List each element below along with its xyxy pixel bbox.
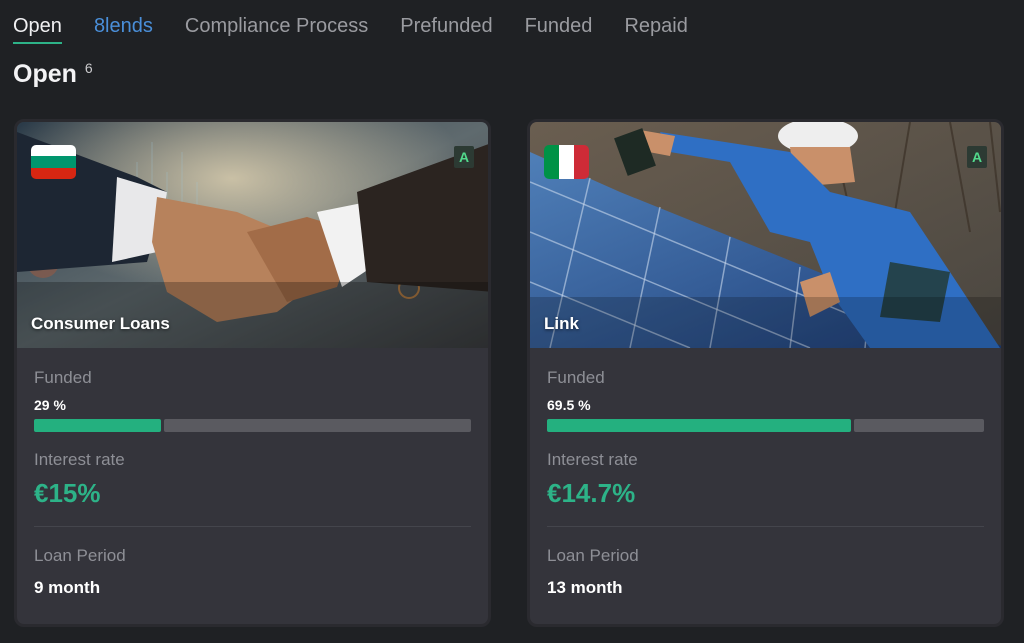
- bulgaria-flag: [31, 145, 76, 179]
- card-title: Link: [544, 314, 579, 333]
- divider: [547, 526, 984, 527]
- loan-period-label: Loan Period: [547, 546, 639, 565]
- divider: [34, 526, 471, 527]
- open-count: 6: [84, 60, 93, 76]
- progress-remaining: [163, 419, 471, 432]
- card-image: A Link: [530, 122, 1001, 348]
- interest-rate-value: €14.7%: [547, 478, 636, 508]
- funded-percent: 29 %: [34, 397, 66, 413]
- interest-rate-value: €15%: [34, 478, 101, 508]
- loan-period-label: Loan Period: [34, 546, 126, 565]
- loan-period-value: 13 month: [547, 578, 623, 597]
- progress-fill: [34, 419, 161, 432]
- tab-prefunded[interactable]: Prefunded: [400, 12, 492, 44]
- loan-period-value: 9 month: [34, 578, 101, 597]
- tab-funded[interactable]: Funded: [525, 12, 593, 44]
- grade-badge: A: [967, 146, 987, 168]
- card-image: A Consumer Loans: [17, 122, 488, 348]
- interest-rate-label: Interest rate: [34, 450, 125, 469]
- tab-8lends[interactable]: 8lends: [94, 12, 153, 44]
- progress-fill: [547, 419, 851, 432]
- progress-remaining: [853, 419, 984, 432]
- italy-flag: [544, 145, 589, 179]
- interest-rate-label: Interest rate: [547, 450, 638, 469]
- loan-card-consumer-loans[interactable]: A Consumer Loans Funded 29 % Interest ra…: [14, 119, 491, 627]
- grade-badge: A: [454, 146, 474, 168]
- funded-progress-bar: [547, 419, 984, 432]
- tab-repaid[interactable]: Repaid: [624, 12, 687, 44]
- funded-percent: 69.5 %: [547, 397, 591, 413]
- tab-open[interactable]: Open: [13, 12, 62, 44]
- funded-progress-bar: [34, 419, 471, 432]
- funded-label: Funded: [34, 368, 92, 387]
- status-tabs: Open 8lends Compliance Process Prefunded…: [13, 12, 688, 44]
- section-heading: Open 6: [13, 60, 93, 89]
- page-title: Open: [13, 60, 77, 88]
- loan-card-link[interactable]: A Link Funded 69.5 % Interest rate €14.7…: [527, 119, 1004, 627]
- card-title: Consumer Loans: [31, 314, 170, 333]
- funded-label: Funded: [547, 368, 605, 387]
- tab-compliance-process[interactable]: Compliance Process: [185, 12, 368, 44]
